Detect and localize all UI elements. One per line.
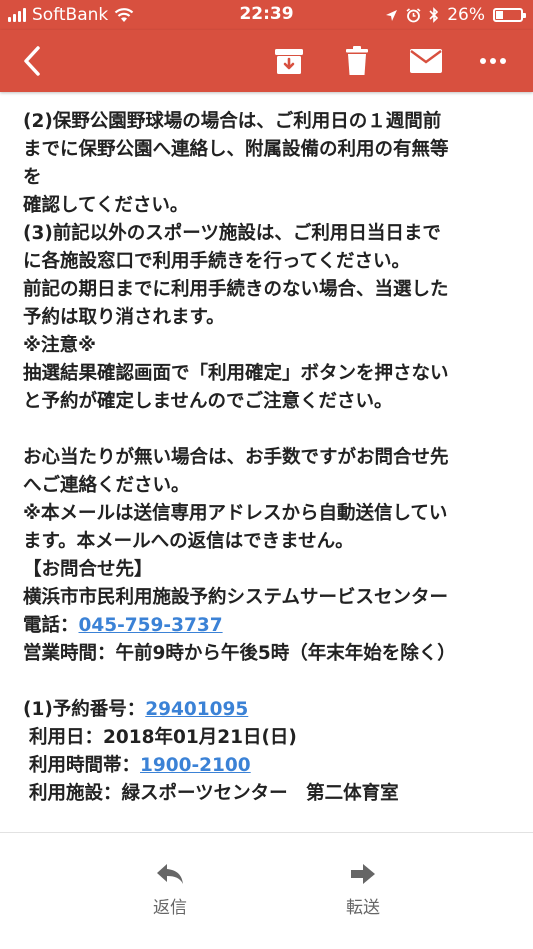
phone-link[interactable]: 045-759-3737 [79, 615, 223, 636]
reply-label: 返信 [153, 898, 187, 918]
time-slot-line: 利用時間帯：1900-2100 [23, 752, 513, 780]
time-slot-link[interactable]: 1900-2100 [140, 755, 251, 776]
reservation-number-link[interactable]: 29401095 [145, 699, 248, 720]
back-icon [24, 46, 40, 76]
contact-heading: 【お問合せ先】 [23, 559, 153, 580]
email-content[interactable]: (2)保野公園野球場の場合は、ご利用日の１週間前 までに保野公園へ連絡し、附属設… [0, 92, 533, 832]
body-line: お心当たりが無い場合は、お手数ですがお問合せ先 [23, 447, 449, 468]
alarm-icon [406, 7, 421, 22]
forward-button[interactable]: 転送 [318, 855, 408, 918]
body-line: (2)保野公園野球場の場合は、ご利用日の１週間前 [23, 111, 442, 132]
forward-icon [351, 864, 375, 884]
body-line: と予約が確定しませんのでご注意ください。 [23, 391, 393, 412]
reply-button[interactable]: 返信 [125, 855, 215, 918]
body-line: 予約は取り消されます。 [23, 307, 225, 328]
location-icon [386, 9, 398, 21]
delete-button[interactable] [330, 30, 384, 92]
body-line: 確認してください。 [23, 195, 189, 216]
status-bar: SoftBank 22:39 26% [0, 0, 533, 30]
back-button[interactable] [10, 30, 54, 92]
archive-button[interactable] [262, 30, 316, 92]
email-body: (2)保野公園野球場の場合は、ご利用日の１週間前 までに保野公園へ連絡し、附属設… [23, 108, 513, 808]
body-line: までに保野公園へ連絡し、附属設備の利用の有無等 [23, 139, 449, 160]
body-line: 前記の期日までに利用手続きのない場合、当選した [23, 279, 449, 300]
facility: 利用施設：緑スポーツセンター 第二体育室 [29, 783, 399, 804]
reservation-number-line: (1)予約番号：29401095 [23, 696, 513, 724]
body-line: を [23, 167, 42, 188]
body-line: 抽選結果確認画面で「利用確定」ボタンを押さない [23, 363, 449, 384]
battery-icon [493, 8, 526, 22]
contact-center-name: 横浜市市民利用施設予約システムサービスセンター [23, 587, 448, 608]
body-line: ます。本メールへの返信はできません。 [23, 531, 354, 552]
body-line: に各施設窓口で利用手続きを行ってください。 [23, 251, 411, 272]
mail-icon [410, 49, 442, 73]
use-date: 利用日：2018年01月21日(日) [29, 727, 297, 748]
toolbar [0, 30, 533, 92]
time-slot-label: 利用時間帯： [29, 755, 141, 776]
more-icon [480, 58, 506, 64]
mark-unread-button[interactable] [398, 30, 454, 92]
forward-label: 転送 [346, 898, 380, 918]
phone-line: 電話：045-759-3737 [23, 612, 513, 640]
status-right: 26% [385, 5, 526, 25]
phone-label: 電話： [23, 615, 79, 636]
bluetooth-icon [429, 7, 439, 23]
battery-percent: 26% [447, 5, 485, 25]
body-line: (3)前記以外のスポーツ施設は、ご利用日当日まで [23, 223, 441, 244]
reservation-number-label: (1)予約番号： [23, 699, 146, 720]
business-hours: 営業時間：午前9時から午後5時（年末年始を除く） [23, 643, 456, 664]
body-line: ※本メールは送信専用アドレスから自動送信してい [23, 503, 448, 524]
more-button[interactable] [466, 30, 520, 92]
archive-icon [275, 49, 303, 74]
body-line: へご連絡ください。 [23, 475, 190, 496]
battery-fill [496, 11, 503, 19]
trash-icon [346, 46, 368, 75]
body-line: ※注意※ [23, 335, 96, 356]
bottom-action-bar: 返信 転送 [0, 832, 533, 949]
reply-icon [157, 864, 183, 884]
